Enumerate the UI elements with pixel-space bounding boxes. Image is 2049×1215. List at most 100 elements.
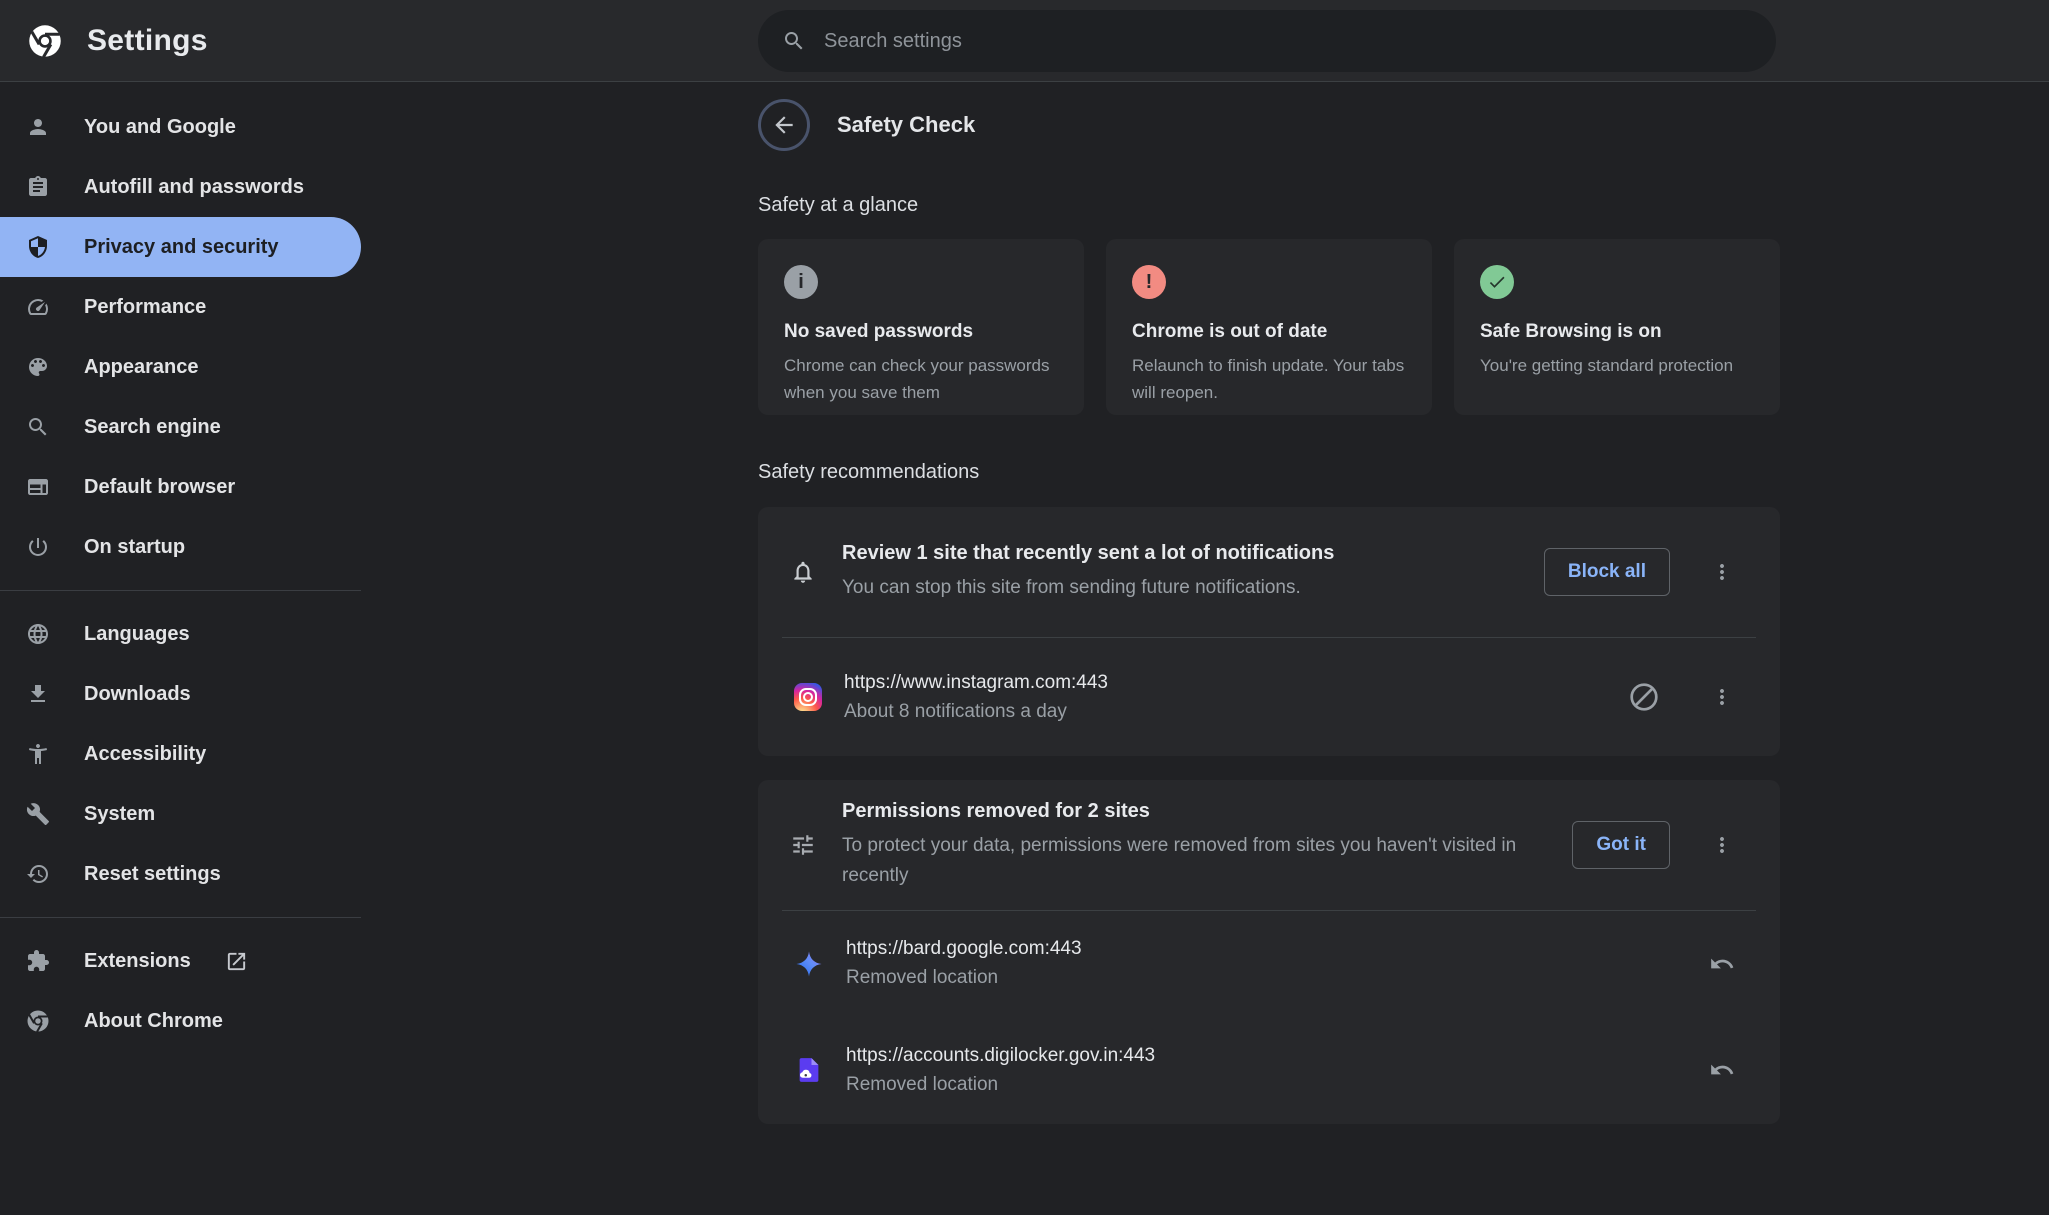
block-all-button[interactable]: Block all bbox=[1544, 548, 1670, 596]
sidebar-item-autofill[interactable]: Autofill and passwords bbox=[0, 157, 361, 217]
undo-button[interactable] bbox=[1702, 1050, 1742, 1090]
chrome-logo-icon bbox=[27, 23, 63, 59]
error-icon: ! bbox=[1132, 265, 1166, 299]
sidebar-item-search-engine[interactable]: Search engine bbox=[0, 397, 361, 457]
sidebar-item-label: Default browser bbox=[84, 476, 235, 499]
speedometer-icon bbox=[26, 295, 50, 319]
site-detail: About 8 notifications a day bbox=[844, 701, 1594, 723]
recommendation-title: Permissions removed for 2 sites bbox=[842, 800, 1542, 823]
sidebar-item-label: Accessibility bbox=[84, 743, 206, 766]
sidebar-divider bbox=[0, 917, 361, 918]
wrench-icon bbox=[26, 802, 50, 826]
glance-card-title: No saved passwords bbox=[784, 321, 1058, 343]
sidebar: You and Google Autofill and passwords Pr… bbox=[0, 82, 361, 1051]
kebab-icon bbox=[1710, 560, 1734, 584]
back-button[interactable] bbox=[758, 99, 810, 151]
more-menu-button[interactable] bbox=[1702, 825, 1742, 865]
sidebar-item-label: Appearance bbox=[84, 356, 199, 379]
tune-icon bbox=[790, 832, 816, 858]
info-icon: i bbox=[784, 265, 818, 299]
page-head: Safety Check bbox=[758, 99, 1780, 151]
app-title: Settings bbox=[87, 24, 208, 58]
bard-sparkle-icon bbox=[794, 949, 824, 979]
more-menu-button[interactable] bbox=[1702, 677, 1742, 717]
notifications-review-text: Review 1 site that recently sent a lot o… bbox=[842, 542, 1514, 603]
glance-card-updates[interactable]: ! Chrome is out of date Relaunch to fini… bbox=[1106, 239, 1432, 415]
glance-card-description: Chrome can check your passwords when you… bbox=[784, 352, 1058, 406]
clipboard-icon bbox=[26, 175, 50, 199]
page-title: Safety Check bbox=[837, 112, 975, 138]
site-url: https://bard.google.com:443 bbox=[846, 938, 1672, 960]
sidebar-item-label: Autofill and passwords bbox=[84, 176, 304, 199]
recommendation-description: To protect your data, permissions were r… bbox=[842, 831, 1542, 891]
accessibility-icon bbox=[26, 742, 50, 766]
sidebar-item-label: Performance bbox=[84, 296, 206, 319]
search-icon bbox=[26, 415, 50, 439]
glance-card-passwords[interactable]: i No saved passwords Chrome can check yo… bbox=[758, 239, 1084, 415]
sidebar-item-you-and-google[interactable]: You and Google bbox=[0, 97, 361, 157]
sidebar-item-downloads[interactable]: Downloads bbox=[0, 664, 361, 724]
permissions-removed-card: Permissions removed for 2 sites To prote… bbox=[758, 780, 1780, 1124]
sidebar-item-languages[interactable]: Languages bbox=[0, 604, 361, 664]
glance-card-safe-browsing[interactable]: Safe Browsing is on You're getting stand… bbox=[1454, 239, 1780, 415]
chrome-logo-icon bbox=[26, 1009, 50, 1033]
recommendations-heading: Safety recommendations bbox=[758, 461, 1780, 484]
bell-icon bbox=[790, 559, 816, 585]
sidebar-divider bbox=[0, 590, 361, 591]
sidebar-item-system[interactable]: System bbox=[0, 784, 361, 844]
site-url: https://www.instagram.com:443 bbox=[844, 672, 1594, 694]
sidebar-item-reset-settings[interactable]: Reset settings bbox=[0, 844, 361, 904]
block-icon bbox=[1626, 679, 1662, 715]
puzzle-icon bbox=[26, 949, 50, 973]
globe-icon bbox=[26, 622, 50, 646]
recommendation-title: Review 1 site that recently sent a lot o… bbox=[842, 542, 1514, 565]
browser-window-icon bbox=[26, 475, 50, 499]
site-detail: Removed location bbox=[846, 967, 1672, 989]
glance-row: i No saved passwords Chrome can check yo… bbox=[758, 239, 1780, 415]
sidebar-item-about-chrome[interactable]: About Chrome bbox=[0, 991, 361, 1051]
search-icon bbox=[782, 29, 806, 53]
site-text: https://accounts.digilocker.gov.in:443 R… bbox=[846, 1045, 1672, 1096]
got-it-button[interactable]: Got it bbox=[1572, 821, 1670, 869]
sidebar-item-privacy-and-security[interactable]: Privacy and security bbox=[0, 217, 361, 277]
site-url: https://accounts.digilocker.gov.in:443 bbox=[846, 1045, 1672, 1067]
glance-heading: Safety at a glance bbox=[758, 194, 1780, 217]
kebab-icon bbox=[1710, 685, 1734, 709]
sidebar-item-label: About Chrome bbox=[84, 1010, 223, 1033]
notifications-review-row: Review 1 site that recently sent a lot o… bbox=[758, 507, 1780, 637]
download-icon bbox=[26, 682, 50, 706]
sidebar-item-default-browser[interactable]: Default browser bbox=[0, 457, 361, 517]
permissions-removed-text: Permissions removed for 2 sites To prote… bbox=[842, 800, 1542, 891]
undo-icon bbox=[1709, 951, 1735, 977]
notifications-review-card: Review 1 site that recently sent a lot o… bbox=[758, 507, 1780, 756]
back-arrow-icon bbox=[771, 112, 797, 138]
site-text: https://bard.google.com:443 Removed loca… bbox=[846, 938, 1672, 989]
site-row-digilocker: https://accounts.digilocker.gov.in:443 R… bbox=[758, 1016, 1780, 1124]
sidebar-item-label: Extensions bbox=[84, 950, 191, 973]
sidebar-item-extensions[interactable]: Extensions bbox=[0, 931, 361, 991]
sidebar-item-on-startup[interactable]: On startup bbox=[0, 517, 361, 577]
header-bar: Settings bbox=[0, 0, 2049, 82]
sidebar-item-performance[interactable]: Performance bbox=[0, 277, 361, 337]
sidebar-item-label: System bbox=[84, 803, 155, 826]
block-site-button[interactable] bbox=[1624, 677, 1664, 717]
open-in-new-icon bbox=[225, 950, 248, 973]
glance-card-description: Relaunch to finish update. Your tabs wil… bbox=[1132, 352, 1406, 406]
sidebar-item-label: Languages bbox=[84, 623, 190, 646]
glance-card-title: Chrome is out of date bbox=[1132, 321, 1406, 343]
sidebar-item-appearance[interactable]: Appearance bbox=[0, 337, 361, 397]
sidebar-item-accessibility[interactable]: Accessibility bbox=[0, 724, 361, 784]
search-input[interactable] bbox=[824, 30, 1752, 53]
instagram-icon bbox=[794, 683, 822, 711]
undo-button[interactable] bbox=[1702, 944, 1742, 984]
palette-icon bbox=[26, 355, 50, 379]
restore-icon bbox=[26, 862, 50, 886]
sidebar-item-label: Privacy and security bbox=[84, 236, 279, 259]
glance-card-description: You're getting standard protection bbox=[1480, 352, 1754, 379]
permissions-removed-row: Permissions removed for 2 sites To prote… bbox=[758, 780, 1780, 910]
more-menu-button[interactable] bbox=[1702, 552, 1742, 592]
power-icon bbox=[26, 535, 50, 559]
brand: Settings bbox=[27, 0, 208, 82]
sidebar-item-label: On startup bbox=[84, 536, 185, 559]
search-settings-bar[interactable] bbox=[758, 10, 1776, 72]
